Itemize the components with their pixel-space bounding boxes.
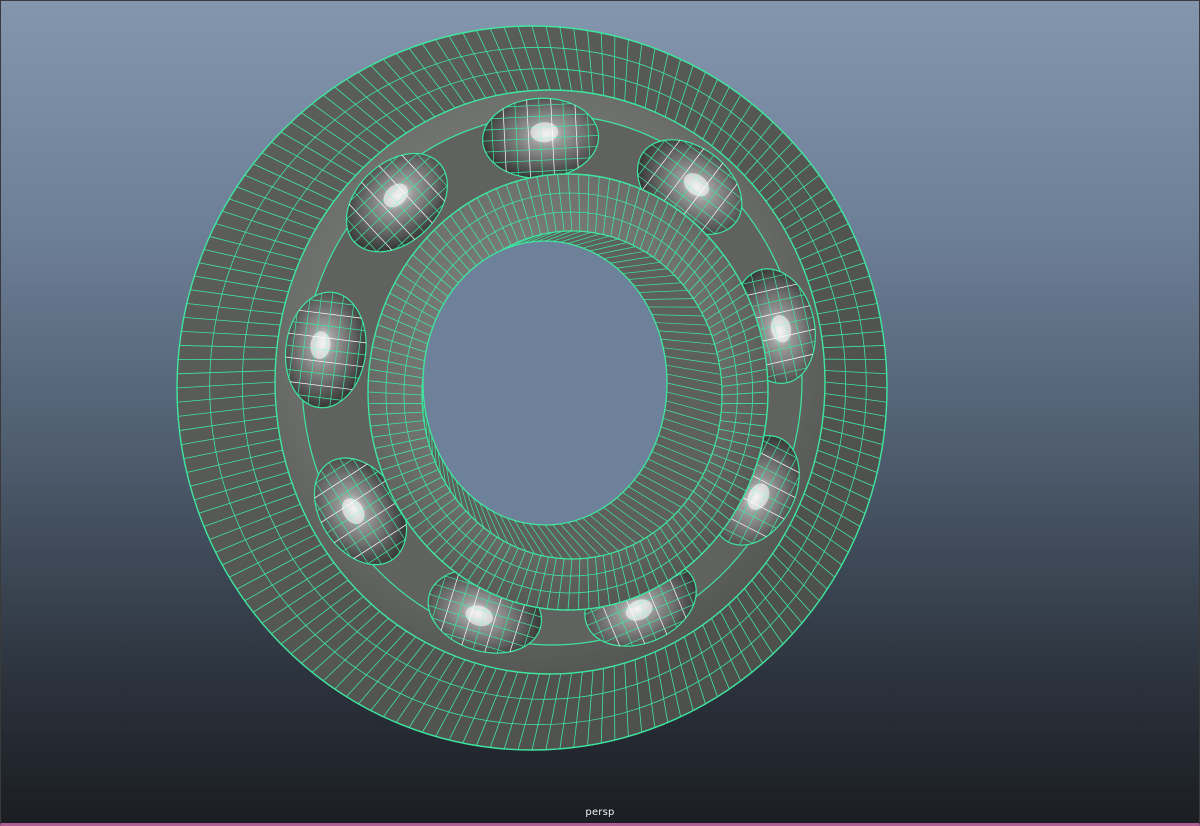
outer-ring-edge xyxy=(824,358,886,360)
persp-viewport[interactable]: persp xyxy=(0,0,1200,826)
outer-ring-edge xyxy=(178,358,276,360)
bore-hole xyxy=(422,240,668,526)
camera-label: persp xyxy=(585,807,615,818)
ball-bearing-mesh[interactable] xyxy=(0,0,1200,826)
